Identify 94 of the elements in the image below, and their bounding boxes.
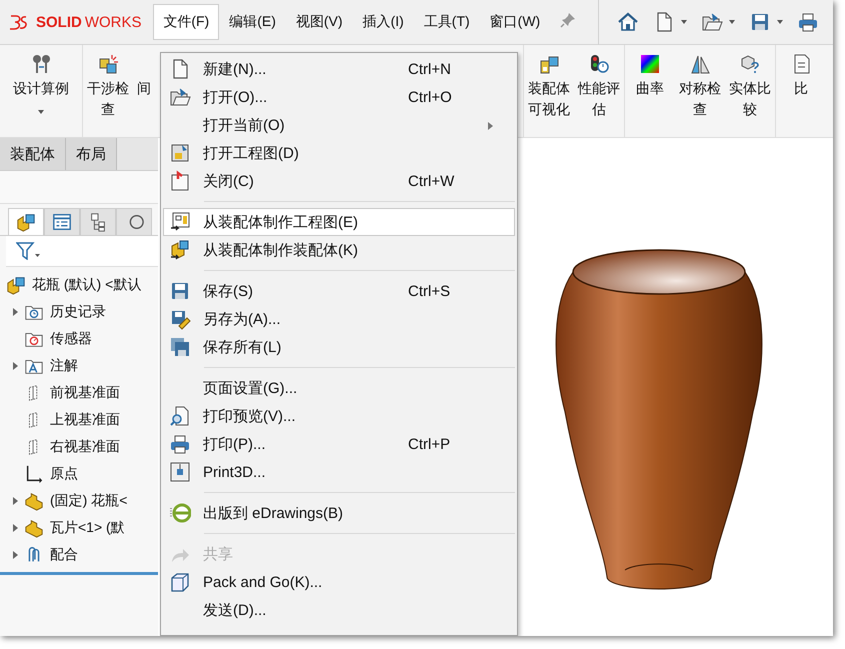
open-folder-icon	[169, 86, 191, 108]
tree-item-label[interactable]: (固定) 花瓶<	[50, 492, 128, 510]
menu-item[interactable]: Print3D...	[163, 458, 515, 486]
tree-item-label[interactable]: 原点	[50, 464, 78, 482]
menu-item[interactable]: 打开(O)... Ctrl+O	[163, 83, 515, 111]
tree-item-label[interactable]: 瓦片<1> (默	[50, 518, 125, 536]
ribbon-command-label[interactable]: 干涉检查	[87, 78, 129, 120]
caret-icon[interactable]	[38, 110, 44, 114]
mirror-shapes-icon[interactable]	[689, 53, 711, 75]
ribbon-command-label[interactable]: 间	[137, 78, 151, 99]
filter-icon[interactable]	[16, 242, 40, 260]
ribbon-command-label[interactable]: 装配体可视化	[528, 78, 570, 120]
expand-arrow-icon[interactable]	[12, 550, 18, 558]
menu-item[interactable]: 保存(S) Ctrl+S	[163, 277, 515, 305]
color-gradient-icon[interactable]	[639, 53, 661, 75]
shortcut-label: Ctrl+W	[408, 172, 454, 190]
shortcut-label: Ctrl+O	[408, 88, 452, 106]
package-icon	[169, 571, 191, 593]
menu-item[interactable]: 发送(D)...	[163, 596, 515, 624]
expand-arrow-icon[interactable]	[12, 308, 18, 316]
panel-tab[interactable]	[8, 208, 44, 235]
magnifier-document-icon	[169, 405, 191, 427]
close-document-icon	[169, 170, 191, 192]
menu-item[interactable]: 页面设置(G)...	[163, 374, 515, 402]
command-tab[interactable]: 装配体	[0, 138, 66, 170]
bolts-icon[interactable]	[30, 53, 52, 75]
menu-item[interactable]: 从装配体制作装配体(K)	[163, 236, 515, 264]
expand-arrow-icon[interactable]	[12, 524, 18, 532]
tree-item-label[interactable]: 历史记录	[50, 302, 106, 320]
property-list-icon	[52, 212, 72, 232]
caret-icon[interactable]	[729, 20, 735, 24]
assembly-icon	[16, 212, 36, 232]
menu-item[interactable]: 新建(N)... Ctrl+N	[163, 55, 515, 83]
menu-item[interactable]: 打印(P)... Ctrl+P	[163, 430, 515, 458]
menu-item[interactable]: Pack and Go(K)...	[163, 568, 515, 596]
tree-item-label[interactable]: 配合	[50, 546, 78, 564]
menu-item[interactable]: 出版到 eDrawings(B)	[163, 499, 515, 527]
ribbon-command-label[interactable]: 对称检查	[679, 78, 721, 120]
menu-item[interactable]: 打印预览(V)...	[163, 402, 515, 430]
tree-item-label[interactable]: 花瓶 (默认) <默认	[32, 276, 142, 294]
ribbon-command-label[interactable]: 性能评估	[578, 78, 620, 120]
axes-icon	[24, 464, 44, 484]
menu-item[interactable]: 文件(F)	[153, 4, 220, 40]
stopwatch-icon[interactable]	[588, 53, 610, 75]
shortcut-label: Ctrl+S	[408, 282, 450, 300]
menu-item[interactable]: 从装配体制作工程图(E)	[163, 208, 515, 236]
shortcut-label: Ctrl+P	[408, 436, 450, 452]
menu-item[interactable]: 视图(V)	[286, 4, 353, 40]
expand-arrow-icon[interactable]	[12, 496, 18, 504]
menu-item[interactable]: 编辑(E)	[219, 4, 286, 40]
e-icon	[169, 502, 191, 524]
menu-item[interactable]: 保存所有(L)	[163, 333, 515, 361]
ribbon-command-label[interactable]: 曲率	[629, 78, 671, 99]
ribbon-command-label[interactable]: 实体比较	[729, 78, 771, 120]
tree-item-label[interactable]: 前视基准面	[50, 384, 120, 402]
open-folder-icon[interactable]	[701, 11, 723, 33]
ribbon-command-label[interactable]: 设计算例	[13, 78, 69, 99]
assembly-icon	[6, 274, 26, 294]
menu-item[interactable]: 工具(T)	[414, 4, 480, 40]
drawing-icon	[169, 142, 191, 164]
ribbon-command-label[interactable]: 比	[780, 78, 822, 99]
tree-item-label[interactable]: 传感器	[50, 330, 92, 348]
print3d-icon	[169, 461, 191, 483]
ds-logo-icon	[8, 12, 28, 32]
panel-tab[interactable]	[116, 208, 152, 235]
tree-item-label[interactable]: 注解	[50, 356, 78, 374]
part-icon	[24, 490, 44, 510]
menu-item[interactable]: 插入(I)	[352, 4, 414, 40]
part-icon	[24, 518, 44, 538]
menu-item[interactable]: 打开工程图(D)	[163, 139, 515, 167]
expand-arrow-icon[interactable]	[12, 362, 18, 370]
caret-icon[interactable]	[777, 20, 783, 24]
panel-tab[interactable]	[44, 208, 80, 235]
menu-item[interactable]: 打开当前(O)	[163, 111, 515, 139]
panel-tab[interactable]	[80, 208, 116, 235]
menu-item[interactable]: 关闭(C) Ctrl+W	[163, 167, 515, 195]
command-tab[interactable]: 布局	[66, 138, 117, 170]
home-icon[interactable]	[617, 11, 639, 33]
printer-icon	[169, 433, 191, 455]
drawing-sheet-icon	[169, 211, 191, 233]
menu-item[interactable]: 窗口(W)	[480, 4, 550, 40]
tree-item-label[interactable]: 右视基准面	[50, 438, 120, 456]
shortcut-label: Ctrl+N	[408, 60, 451, 78]
caret-icon[interactable]	[681, 20, 687, 24]
configuration-icon	[88, 212, 108, 232]
floppy-pencil-icon	[169, 308, 191, 330]
menu-item[interactable]: 另存为(A)...	[163, 305, 515, 333]
cubes-icon[interactable]	[97, 53, 119, 75]
app-logo: SOLIDWORKS	[35, 14, 143, 30]
tree-item-label[interactable]: 上视基准面	[50, 410, 120, 428]
assembly-arrow-icon	[169, 239, 191, 261]
compare-bodies-icon[interactable]	[739, 53, 761, 75]
floppy-stack-icon	[169, 336, 191, 358]
printer-icon[interactable]	[797, 11, 819, 33]
